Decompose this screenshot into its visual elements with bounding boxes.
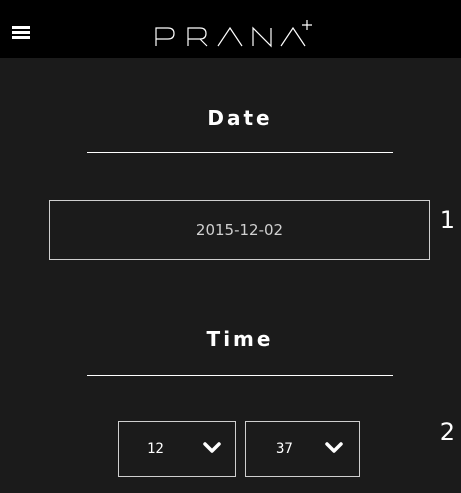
minute-value: 37: [276, 441, 293, 457]
date-divider: [87, 152, 393, 153]
step-number-2: 2: [439, 418, 455, 446]
time-divider: [87, 375, 393, 376]
chevron-down-icon: [203, 442, 221, 453]
date-field[interactable]: 2015-12-02: [49, 200, 430, 260]
step-number-1: 1: [439, 206, 455, 234]
hour-value: 12: [147, 441, 164, 457]
minute-select[interactable]: 37: [245, 421, 360, 477]
hamburger-menu-icon[interactable]: [12, 26, 30, 40]
chevron-down-icon: [325, 442, 343, 453]
time-title: Time: [206, 327, 274, 351]
hour-select[interactable]: 12: [118, 421, 236, 477]
top-bar: [0, 0, 461, 58]
date-title: Date: [207, 106, 273, 130]
prana-plus-logo[interactable]: [154, 20, 314, 50]
